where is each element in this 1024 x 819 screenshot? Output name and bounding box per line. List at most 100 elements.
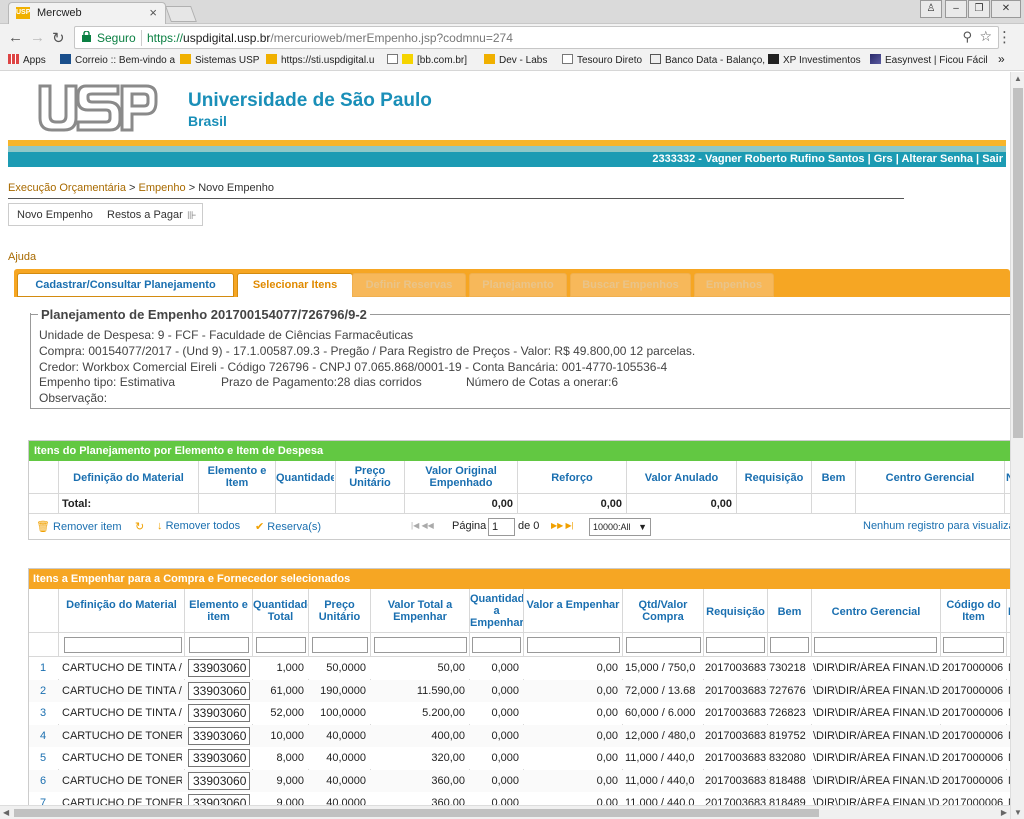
- bookmarks-overflow-icon[interactable]: »: [998, 52, 1005, 66]
- next-page-icon[interactable]: ▶▶ ▶|: [551, 521, 574, 530]
- close-window-button[interactable]: ✕: [991, 0, 1021, 18]
- plan-observation: Observação:: [39, 391, 108, 405]
- vertical-scrollbar[interactable]: ▲ ▼: [1010, 72, 1024, 819]
- remove-all-button[interactable]: ↓ Remover todos: [157, 520, 240, 532]
- back-arrow-icon[interactable]: ←: [8, 29, 23, 46]
- col-header-requisicao[interactable]: Requisição: [737, 472, 811, 484]
- scroll-left-icon[interactable]: ◀: [3, 808, 9, 817]
- filter-valor-empenhar-input[interactable]: [527, 637, 620, 653]
- filter-requisicao-input[interactable]: [706, 637, 765, 653]
- elemento-input[interactable]: 33903060: [188, 771, 250, 790]
- usp-icon: [180, 54, 191, 64]
- submenu-arrow-icon[interactable]: ⊪: [187, 209, 197, 222]
- filter-elemento-input[interactable]: [189, 637, 249, 653]
- col-header-material[interactable]: Definição do Material: [59, 472, 198, 484]
- forward-arrow-icon[interactable]: →: [30, 29, 45, 46]
- url-omnibox[interactable]: Seguro https://uspdigital.usp.br/mercuri…: [74, 26, 999, 49]
- filter-valor-total-input[interactable]: [374, 637, 467, 653]
- filter-quantidade-input[interactable]: [256, 637, 306, 653]
- bookmark-correio[interactable]: Correio :: Bem-vindo a: [60, 54, 175, 66]
- elemento-input[interactable]: 33903060: [188, 704, 250, 722]
- page-size-value: 10000:All: [593, 522, 631, 532]
- bookmark-star-icon[interactable]: ☆: [979, 28, 992, 45]
- col-header-qtd-valor-compra[interactable]: Qtd/Valor Compra: [623, 599, 703, 623]
- refresh-icon[interactable]: ↻: [135, 520, 144, 533]
- profile-icon[interactable]: ♙: [920, 0, 942, 18]
- col-header-quantidade[interactable]: Quantidade: [276, 472, 334, 484]
- col-header-material[interactable]: Definição do Material: [59, 599, 184, 611]
- breadcrumb-execucao[interactable]: Execução Orçamentária: [8, 182, 126, 194]
- col-header-quantidade-total[interactable]: Quantidade Total: [253, 599, 308, 623]
- filter-codigo-input[interactable]: [943, 637, 1004, 653]
- filter-bem-input[interactable]: [770, 637, 809, 653]
- bookmark-banco-data[interactable]: Banco Data - Balanço,: [650, 54, 765, 66]
- col-header-valor-empenhar[interactable]: Valor a Empenhar: [524, 599, 622, 611]
- col-header-valor-total[interactable]: Valor Total a Empenhar: [371, 599, 469, 623]
- submenu-restos-a-pagar[interactable]: Restos a Pagar: [107, 209, 183, 221]
- breadcrumb-empenho[interactable]: Empenho: [139, 182, 186, 194]
- col-header-elemento[interactable]: Elemento e item: [185, 599, 252, 623]
- elemento-input[interactable]: 33903060: [188, 681, 250, 700]
- filter-material-input[interactable]: [64, 637, 182, 653]
- bookmark-sistemas-usp[interactable]: Sistemas USP: [180, 54, 259, 66]
- col-header-preco[interactable]: Preço Unitário: [336, 465, 404, 489]
- new-tab-button[interactable]: [165, 6, 197, 22]
- page-size-select[interactable]: 10000:All ▼: [589, 518, 651, 536]
- remove-item-button[interactable]: 🗑 Remover item: [36, 520, 122, 533]
- logout-link[interactable]: Sair: [982, 153, 1003, 165]
- tab-selecionar-itens[interactable]: Selecionar Itens: [237, 273, 353, 297]
- filter-centro-input[interactable]: [814, 637, 937, 653]
- bookmark-bb[interactable]: [bb.com.br]: [387, 54, 467, 66]
- col-header-requisicao[interactable]: Requisição: [704, 606, 767, 618]
- col-header-preco[interactable]: Preço Unitário: [309, 599, 370, 623]
- col-header-valor-original[interactable]: Valor Original Empenhado: [405, 465, 517, 489]
- bookmark-tesouro[interactable]: Tesouro Direto: [562, 54, 642, 66]
- page-number-input[interactable]: 1: [488, 518, 515, 536]
- vertical-scroll-thumb[interactable]: [1013, 88, 1023, 438]
- bookmark-label: Correio :: Bem-vindo a: [75, 55, 176, 66]
- filter-quantidade-empenhar-input[interactable]: [472, 637, 521, 653]
- tab-cadastrar-consultar[interactable]: Cadastrar/Consultar Planejamento: [17, 273, 234, 297]
- horizontal-scroll-thumb[interactable]: [14, 809, 819, 817]
- elemento-input[interactable]: 33903060: [188, 749, 250, 767]
- change-password-link[interactable]: Alterar Senha: [901, 153, 973, 165]
- col-header-bem[interactable]: Bem: [768, 606, 811, 618]
- tab-planejamento: Planejamento: [469, 273, 567, 297]
- browser-tab[interactable]: USP Mercweb ×: [8, 2, 166, 24]
- scroll-right-icon[interactable]: ▶: [1001, 808, 1007, 817]
- zoom-icon[interactable]: ⚲: [962, 29, 972, 45]
- browser-menu-icon[interactable]: ⋮: [997, 28, 1012, 46]
- col-header-centro[interactable]: Centro Gerencial: [856, 472, 1004, 484]
- cell-quantidade: 61,000: [270, 684, 304, 697]
- url-text[interactable]: https://uspdigital.usp.br/mercurioweb/me…: [147, 31, 513, 45]
- col-header-centro[interactable]: Centro Gerencial: [812, 606, 940, 618]
- bookmark-dev-labs[interactable]: Dev - Labs: [484, 54, 547, 66]
- address-bar-row: ← → ↻ Seguro https://uspdigital.usp.br/m…: [0, 24, 1024, 51]
- reload-icon[interactable]: ↻: [52, 29, 65, 47]
- bookmark-sti[interactable]: https://sti.uspdigital.u: [266, 54, 374, 66]
- col-header-quantidade-empenhar[interactable]: Quantidade a Empenhar: [470, 593, 523, 631]
- col-header-reforco[interactable]: Reforço: [518, 472, 626, 484]
- horizontal-scrollbar[interactable]: ◀ ▶: [0, 805, 1010, 819]
- first-page-icon[interactable]: |◀ ◀◀: [411, 521, 434, 530]
- col-header-bem[interactable]: Bem: [812, 472, 855, 484]
- col-header-codigo[interactable]: Código do Item: [941, 599, 1006, 623]
- bookmark-easynvest[interactable]: Easynvest | Ficou Fácil: [870, 54, 988, 66]
- col-header-elemento[interactable]: Elemento e Item: [199, 465, 275, 489]
- bookmark-xp[interactable]: XP Investimentos: [768, 54, 861, 66]
- scroll-down-icon[interactable]: ▼: [1014, 808, 1022, 817]
- minimize-button[interactable]: –: [945, 0, 967, 18]
- col-header-valor-anulado[interactable]: Valor Anulado: [627, 472, 736, 484]
- elemento-input[interactable]: 33903060: [188, 726, 250, 745]
- submenu-novo-empenho[interactable]: Novo Empenho: [17, 209, 93, 221]
- filter-compra-input[interactable]: [626, 637, 701, 653]
- reservations-button[interactable]: ✔ Reserva(s): [255, 520, 321, 533]
- bookmark-apps[interactable]: Apps: [8, 54, 46, 66]
- restore-button[interactable]: ❐: [968, 0, 990, 18]
- close-tab-icon[interactable]: ×: [149, 5, 157, 20]
- cell-codigo: 2017000006: [942, 752, 1004, 764]
- elemento-input[interactable]: 33903060: [188, 659, 250, 677]
- help-link[interactable]: Ajuda: [8, 251, 36, 263]
- filter-preco-input[interactable]: [312, 637, 368, 653]
- scroll-up-icon[interactable]: ▲: [1014, 74, 1022, 83]
